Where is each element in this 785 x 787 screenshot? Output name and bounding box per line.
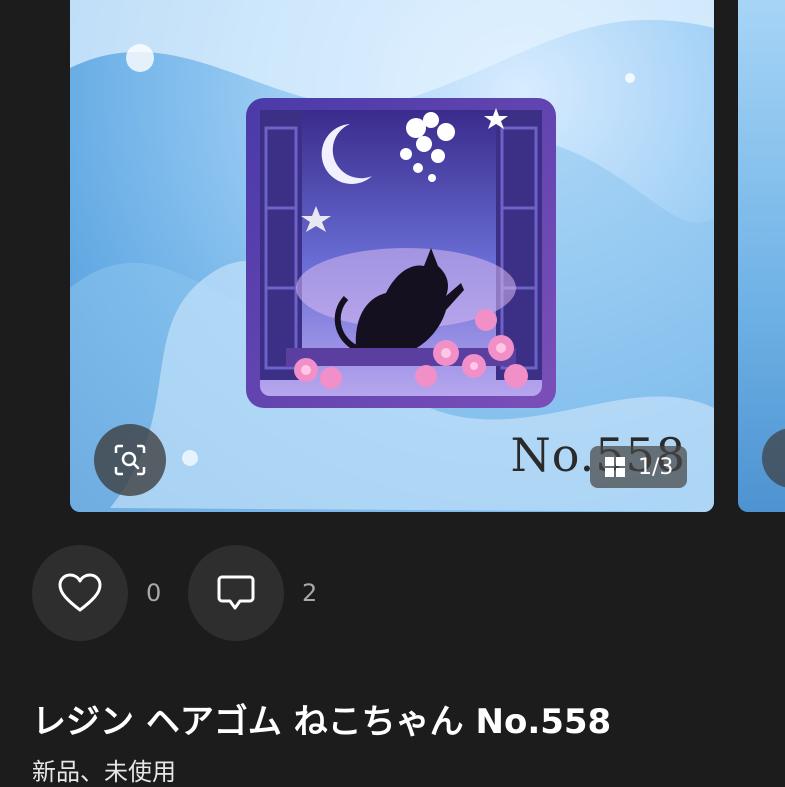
like-button[interactable] — [32, 545, 128, 641]
resin-hair-tie-image — [246, 98, 556, 408]
comment-count: 2 — [302, 579, 318, 607]
heart-icon — [58, 573, 102, 612]
image-carousel[interactable]: No.558 1/3 — [0, 0, 785, 512]
action-bar: 0 2 — [32, 545, 344, 641]
zoom-scan-icon — [114, 444, 146, 476]
like-count: 0 — [146, 579, 162, 607]
grid-icon — [605, 457, 625, 477]
product-condition: 新品、未使用 — [32, 758, 176, 786]
product-image[interactable]: No.558 — [70, 0, 714, 512]
comment-icon — [217, 575, 255, 610]
image-counter: 1/3 — [590, 446, 688, 488]
zoom-button[interactable] — [94, 424, 166, 496]
product-title: レジン ヘアゴム ねこちゃん No.558 — [32, 702, 612, 742]
image-counter-text: 1/3 — [638, 454, 674, 480]
comment-button[interactable] — [188, 545, 284, 641]
